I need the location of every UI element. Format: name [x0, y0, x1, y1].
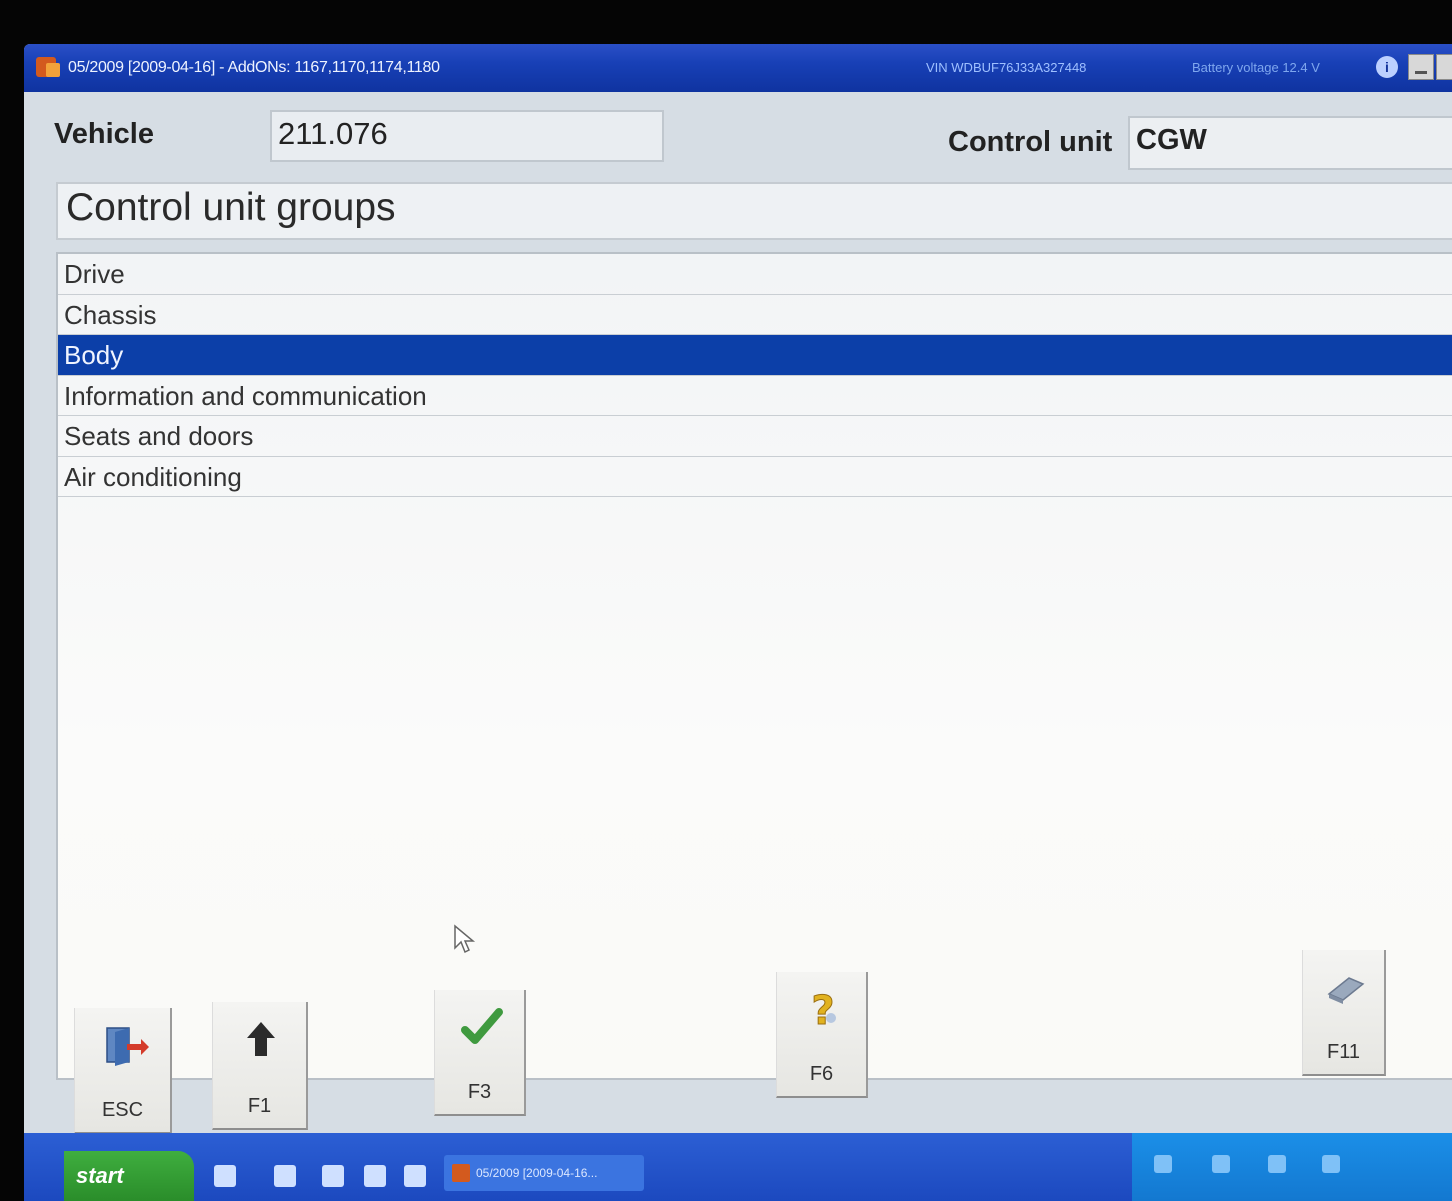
vin-readout: VIN WDBUF76J33A327448: [926, 60, 1087, 75]
system-tray: [1132, 1133, 1452, 1201]
minimize-button[interactable]: [1408, 54, 1434, 80]
taskbar-window-item[interactable]: 05/2009 [2009-04-16...: [444, 1155, 644, 1191]
list-item-air-conditioning[interactable]: Air conditioning: [58, 457, 1452, 497]
desktop-screen: 05/2009 [2009-04-16] - AddONs: 1167,1170…: [24, 44, 1452, 1201]
window-titlebar[interactable]: 05/2009 [2009-04-16] - AddONs: 1167,1170…: [24, 44, 1452, 92]
exit-door-icon: [106, 1027, 149, 1066]
show-desktop-icon[interactable]: [274, 1165, 296, 1187]
list-item-information-and-communication[interactable]: Information and communication: [58, 376, 1452, 416]
list-item-chassis[interactable]: Chassis: [58, 295, 1452, 335]
keyboard-icon[interactable]: [214, 1165, 236, 1187]
list-item-drive[interactable]: Drive: [58, 254, 1452, 295]
close-button[interactable]: [1436, 54, 1452, 80]
update-icon[interactable]: [1322, 1155, 1340, 1173]
control-unit-group-list: Drive Chassis Body Information and commu…: [56, 252, 1452, 1080]
start-button[interactable]: start: [64, 1151, 194, 1201]
browser-icon[interactable]: [322, 1165, 344, 1187]
svg-text:?: ?: [811, 988, 834, 1032]
window-title: 05/2009 [2009-04-16] - AddONs: 1167,1170…: [68, 59, 440, 76]
volume-icon[interactable]: [1212, 1155, 1230, 1173]
list-item-body[interactable]: Body: [58, 335, 1452, 376]
vehicle-field: 211.076: [270, 110, 664, 162]
f1-label: F1: [247, 1095, 272, 1117]
f1-button[interactable]: F1: [212, 1002, 308, 1130]
section-title: Control unit groups: [56, 182, 1452, 240]
windows-taskbar: start 05/2009 [2009-04-16...: [24, 1133, 1452, 1201]
f3-button[interactable]: F3: [434, 990, 526, 1116]
media-icon[interactable]: [364, 1165, 386, 1187]
control-unit-field: CGW: [1128, 116, 1452, 170]
f11-label: F11: [1327, 1041, 1360, 1063]
up-arrow-icon: [247, 1022, 275, 1056]
mouse-cursor-icon: [454, 924, 476, 954]
security-icon[interactable]: [1268, 1155, 1286, 1173]
esc-label: ESC: [101, 1099, 144, 1121]
f3-label: F3: [467, 1081, 492, 1103]
esc-button[interactable]: ESC: [74, 1008, 172, 1134]
app-icon: [36, 55, 62, 81]
vehicle-label: Vehicle: [54, 118, 154, 150]
control-unit-label: Control unit: [948, 126, 1113, 158]
f6-label: F6: [809, 1063, 834, 1085]
folder-icon[interactable]: [404, 1165, 426, 1187]
network-icon[interactable]: [1154, 1155, 1172, 1173]
info-icon[interactable]: i: [1376, 56, 1398, 78]
battery-voltage-readout: Battery voltage 12.4 V: [1192, 60, 1320, 75]
f11-button[interactable]: F11: [1302, 950, 1386, 1076]
help-question-icon: ?: [811, 988, 836, 1032]
list-item-seats-and-doors[interactable]: Seats and doors: [58, 416, 1452, 457]
f6-button[interactable]: ? F6: [776, 972, 868, 1098]
eraser-icon: [1327, 977, 1365, 1004]
checkmark-icon: [461, 1008, 503, 1044]
